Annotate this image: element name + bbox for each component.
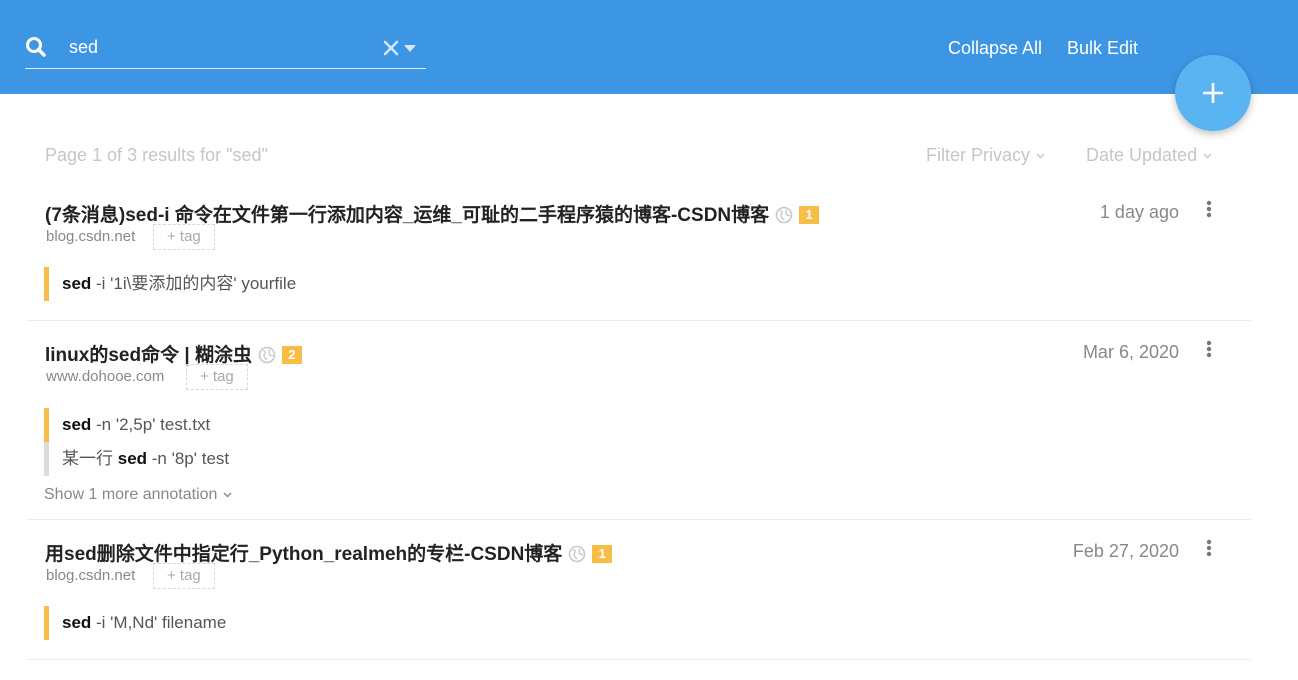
annotation-text: -i 'M,Nd' filename [91,613,227,632]
annotation-quote[interactable]: sed -i 'M,Nd' filename [44,606,226,640]
bookmark-item: 用sed删除文件中指定行_Python_realmeh的专栏-CSDN博客 1 F… [27,539,1251,660]
sort-date-updated-dropdown[interactable]: Date Updated [1086,145,1212,166]
search-bar [25,30,426,69]
filter-privacy-dropdown[interactable]: Filter Privacy [926,145,1045,166]
bookmark-title-text[interactable]: (7条消息)sed-i 命令在文件第一行添加内容_运维_可耻的二手程序猿的博客-… [45,205,769,226]
annotation-text: -n '2,5p' test.txt [91,415,211,434]
bookmark-title[interactable]: linux的sed命令 | 糊涂虫 2 [45,340,302,367]
bookmark-domain[interactable]: blog.csdn.net [46,228,135,245]
bookmark-title-text[interactable]: 用sed删除文件中指定行_Python_realmeh的专栏-CSDN博客 [45,544,562,565]
more-options-icon[interactable] [1205,340,1213,360]
annotation-quote[interactable]: 某一行 sed -n '8p' test [44,442,229,476]
chevron-down-icon [1203,153,1212,159]
bookmark-date: Mar 6, 2020 [1082,342,1179,362]
bookmark-title[interactable]: (7条消息)sed-i 命令在文件第一行添加内容_运维_可耻的二手程序猿的博客-… [45,200,820,227]
top-bar: Collapse All Bulk Edit [0,0,1298,94]
clear-search-icon[interactable] [383,40,399,56]
more-options-icon[interactable] [1205,539,1213,559]
bookmark-domain[interactable]: blog.csdn.net [46,567,135,584]
plus-icon [1203,83,1223,103]
globe-icon [775,206,793,224]
bookmark-title-text[interactable]: linux的sed命令 | 糊涂虫 [45,345,252,366]
annotation-keyword: sed [117,449,148,468]
add-tag-button[interactable]: + tag [186,364,248,390]
chevron-down-icon [1036,153,1045,159]
annotation-text: -i '1i\要添加的内容' yourfile [91,274,297,293]
add-tag-button[interactable]: + tag [153,563,215,589]
annotation-count-badge[interactable]: 1 [592,545,613,563]
search-dropdown-caret-icon[interactable] [404,45,416,53]
results-info: Page 1 of 3 results for "sed" [45,145,268,165]
add-tag-button[interactable]: + tag [153,224,215,250]
globe-icon [258,346,276,364]
add-bookmark-button[interactable] [1175,55,1251,131]
bookmark-item: linux的sed命令 | 糊涂虫 2 Mar 6, 2020 www.dohoo… [27,340,1251,520]
annotation-quote[interactable]: sed -n '2,5p' test.txt [44,408,210,442]
annotation-keyword: sed [62,274,92,293]
annotation-prefix: 某一行 [62,449,118,468]
annotation-quote[interactable]: sed -i '1i\要添加的内容' yourfile [44,267,296,301]
filter-privacy-label: Filter Privacy [926,145,1031,165]
search-icon[interactable] [25,36,47,58]
bookmark-item: (7条消息)sed-i 命令在文件第一行添加内容_运维_可耻的二手程序猿的博客-… [27,200,1251,321]
chevron-down-icon [223,492,232,498]
bulk-edit-button[interactable]: Bulk Edit [1067,38,1138,59]
date-updated-label: Date Updated [1086,145,1198,165]
show-more-annotations-link[interactable]: Show 1 more annotation [44,486,232,504]
collapse-all-button[interactable]: Collapse All [948,38,1042,59]
annotation-text: -n '8p' test [147,449,230,468]
bookmark-date: Feb 27, 2020 [1072,541,1179,561]
show-more-annotations-label: Show 1 more annotation [44,486,218,503]
bookmark-date: 1 day ago [1099,202,1179,222]
search-input[interactable] [67,32,371,62]
bookmark-title[interactable]: 用sed删除文件中指定行_Python_realmeh的专栏-CSDN博客 1 [45,539,613,566]
annotation-keyword: sed [62,613,92,632]
annotation-keyword: sed [62,415,92,434]
bookmark-domain[interactable]: www.dohooe.com [46,368,164,385]
annotation-count-badge[interactable]: 2 [281,346,302,364]
annotation-count-badge[interactable]: 1 [799,206,820,224]
globe-icon [568,545,586,563]
more-options-icon[interactable] [1205,200,1213,220]
